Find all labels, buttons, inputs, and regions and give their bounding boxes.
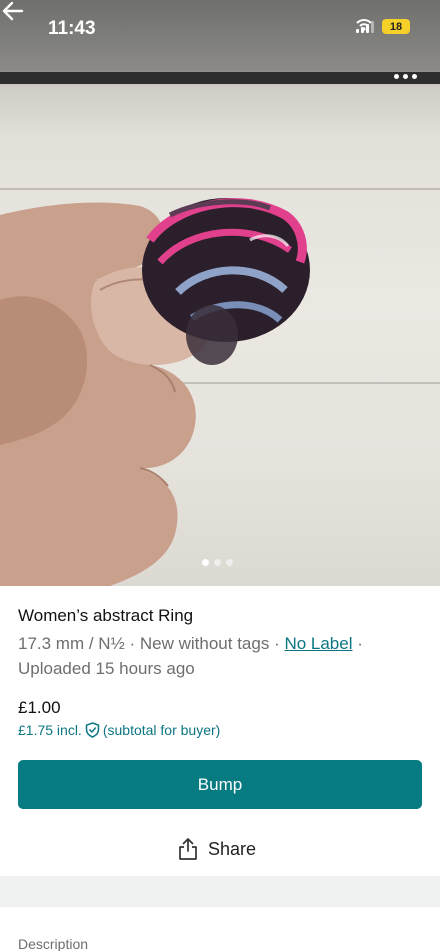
- meta-separator: ·: [269, 634, 285, 653]
- more-options-icon[interactable]: [394, 70, 424, 82]
- ring-hand-illustration: [0, 198, 310, 586]
- listing-details: Women’s abstract Ring 17.3 mm / N½ · New…: [18, 604, 422, 681]
- price-incl: £1.75 incl.: [18, 722, 82, 738]
- wifi-icon: [356, 19, 372, 31]
- back-arrow-icon[interactable]: [0, 0, 28, 22]
- price-incl-note: (subtotal for buyer): [102, 722, 221, 738]
- share-icon: [179, 838, 197, 860]
- listing-condition: New without tags: [139, 634, 270, 653]
- listing-meta: 17.3 mm / N½ · New without tags · No Lab…: [18, 631, 422, 681]
- shield-check-icon: [85, 722, 100, 738]
- listing-size: 17.3 mm / N½: [18, 634, 125, 653]
- meta-separator: ·: [352, 634, 363, 653]
- share-label: Share: [208, 838, 257, 859]
- buyer-protection-price[interactable]: £1.75 incl. (subtotal for buyer): [18, 722, 220, 738]
- section-divider: [0, 876, 440, 907]
- battery-icon: 18: [382, 19, 410, 34]
- description-label: Description: [18, 936, 89, 951]
- gallery-dot[interactable]: [226, 559, 233, 566]
- brand-link[interactable]: No Label: [284, 634, 352, 653]
- listing-title: Women’s abstract Ring: [18, 606, 194, 625]
- gallery-dot[interactable]: [202, 559, 209, 566]
- meta-separator: ·: [124, 634, 140, 653]
- share-button[interactable]: Share: [178, 838, 256, 860]
- listing-uploaded: Uploaded 15 hours ago: [18, 659, 195, 678]
- bump-button[interactable]: Bump: [18, 760, 422, 809]
- listing-price: £1.00: [18, 698, 61, 717]
- gallery-pagination: [202, 559, 233, 566]
- status-time: 11:43: [48, 18, 96, 39]
- gallery-dot[interactable]: [214, 559, 221, 566]
- product-photo[interactable]: 11:43 18: [0, 0, 440, 586]
- status-icons: 18: [356, 19, 410, 34]
